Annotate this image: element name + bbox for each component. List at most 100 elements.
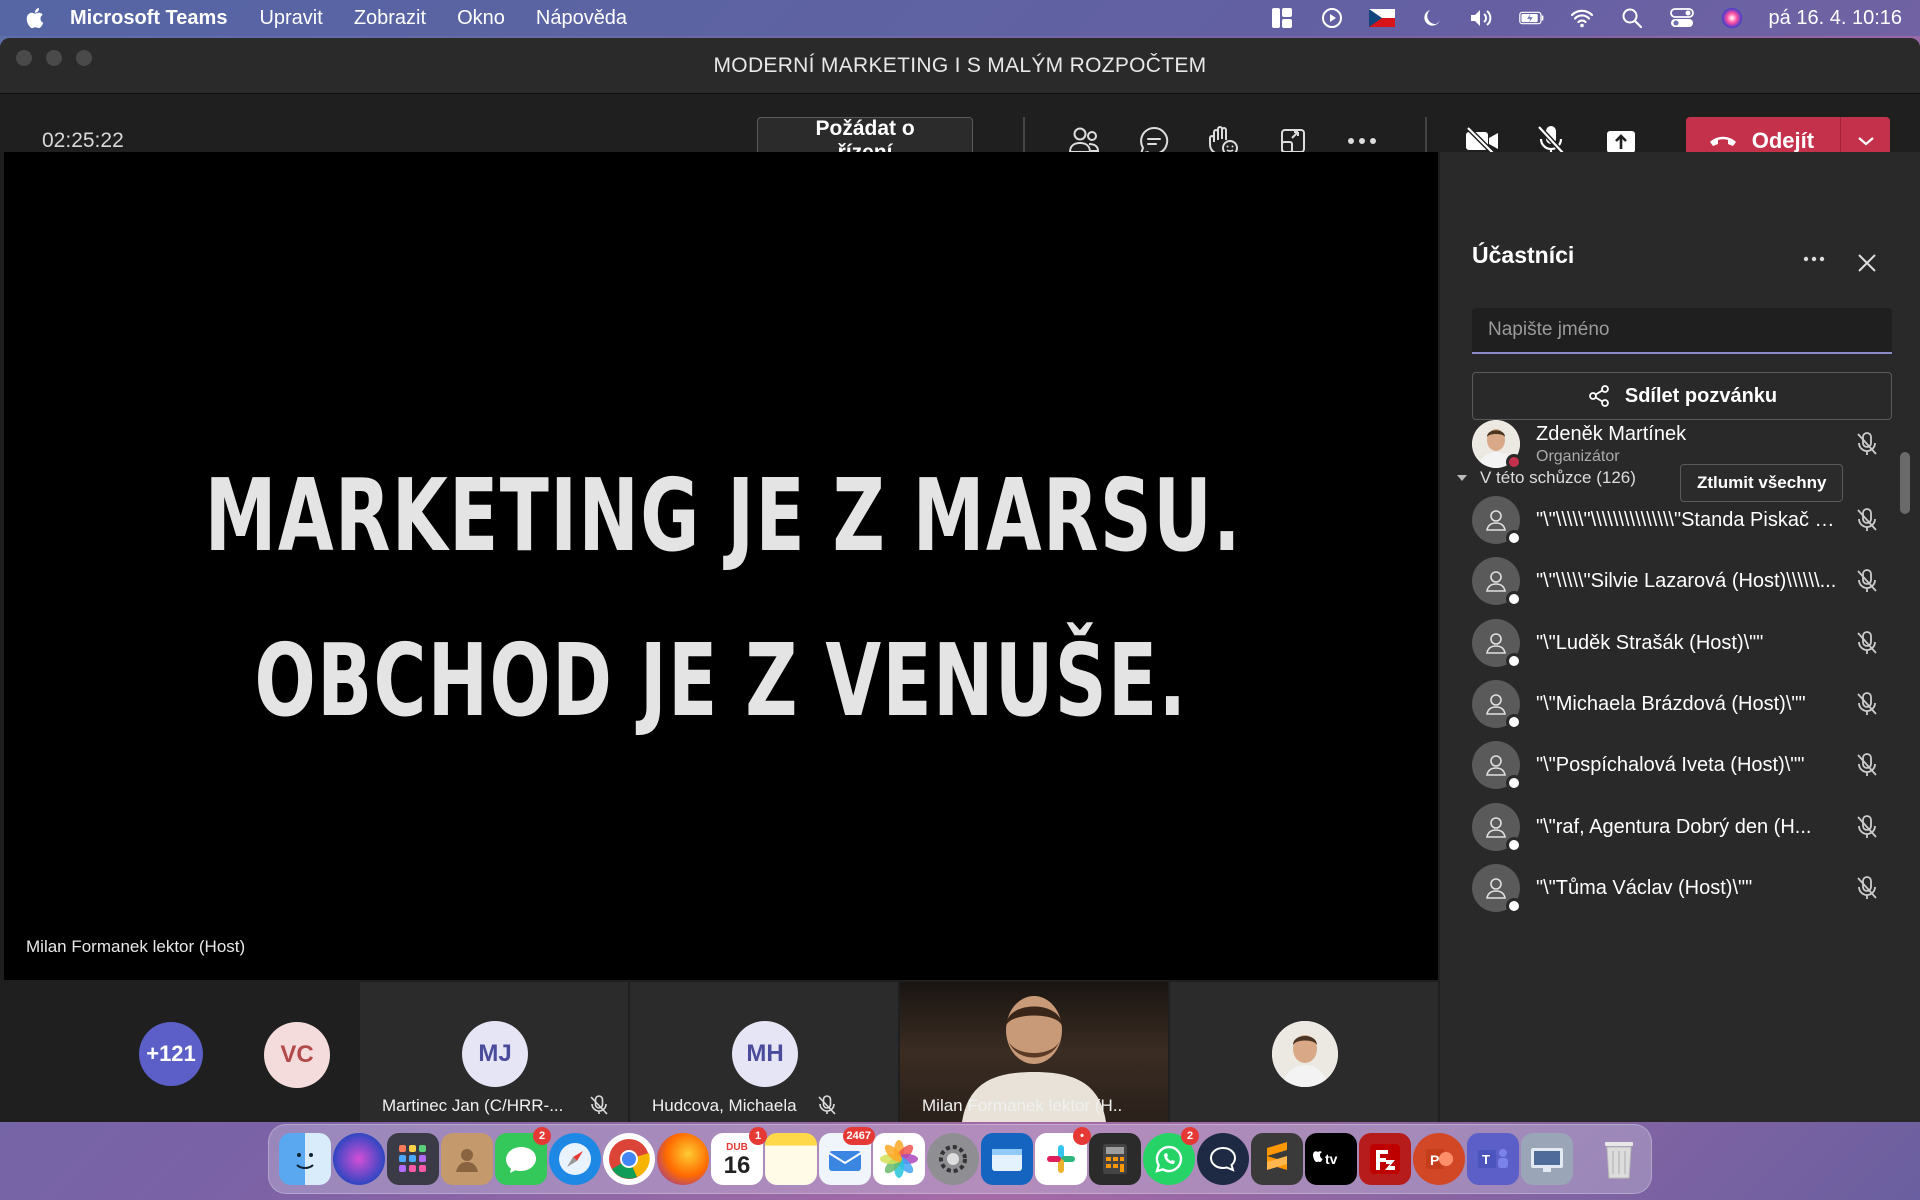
display-app-icon[interactable] bbox=[1521, 1133, 1573, 1185]
slide-headline-line2: OBCHOD JE Z VENUŠE. bbox=[254, 622, 1188, 739]
panel-scrollbar[interactable] bbox=[1900, 452, 1910, 514]
firefox-icon[interactable] bbox=[657, 1133, 709, 1185]
status-indicator bbox=[1506, 837, 1522, 853]
finder-icon[interactable] bbox=[279, 1133, 331, 1185]
apple-icon[interactable] bbox=[18, 6, 50, 30]
guest-person-icon bbox=[1486, 694, 1506, 715]
profile-photo bbox=[1272, 1021, 1338, 1087]
panel-close-button[interactable] bbox=[1852, 248, 1882, 278]
panel-more-options-button[interactable] bbox=[1796, 244, 1832, 274]
participant-mic-status bbox=[1852, 689, 1882, 719]
participant-info: "\"\\\\\"\\\\\\\\\\\\\\\"Standa Piskač (… bbox=[1536, 509, 1840, 532]
moon-icon[interactable] bbox=[1419, 5, 1445, 31]
mic-off-icon bbox=[1857, 508, 1877, 531]
window-titlebar: MODERNÍ MARKETING I S MALÝM ROZPOČTEM bbox=[0, 38, 1920, 94]
avatar bbox=[1472, 619, 1522, 669]
calendar-icon[interactable]: DUB 16 1 bbox=[711, 1127, 767, 1185]
mail-badge: 2467 bbox=[842, 1127, 875, 1145]
participant-mic-status bbox=[1852, 566, 1882, 596]
spotlight-search-icon[interactable] bbox=[1619, 5, 1645, 31]
overflow-participants-button[interactable]: +121 bbox=[139, 1022, 203, 1086]
volume-icon[interactable] bbox=[1469, 5, 1495, 31]
share-invite-button[interactable]: Sdílet pozvánku bbox=[1472, 372, 1892, 420]
participant-row[interactable]: "\"\\\\\"\\\\\\\\\\\\\\\"Standa Piskač (… bbox=[1472, 490, 1882, 550]
powerpoint-icon[interactable]: P bbox=[1413, 1133, 1465, 1185]
system-preferences-icon[interactable] bbox=[927, 1133, 979, 1185]
menu-zobrazit[interactable]: Zobrazit bbox=[354, 7, 426, 30]
photos-icon[interactable] bbox=[873, 1133, 925, 1185]
messages-icon[interactable]: 2 bbox=[495, 1127, 551, 1185]
app-name-menu[interactable]: Microsoft Teams bbox=[70, 7, 227, 30]
participant-info: "\"\\\\\"Silvie Lazarová (Host)\\\\\\... bbox=[1536, 570, 1840, 593]
avatar[interactable]: VC bbox=[264, 1022, 330, 1088]
participant-row[interactable]: "\"raf, Agentura Dobrý den (H... bbox=[1472, 797, 1882, 857]
participant-row[interactable]: "\"Luděk Strašák (Host)\"" bbox=[1472, 613, 1882, 673]
zoom-window-button[interactable] bbox=[76, 50, 92, 66]
mic-off-icon bbox=[818, 1095, 836, 1115]
sublime-text-icon[interactable] bbox=[1251, 1133, 1303, 1185]
file-manager-icon[interactable] bbox=[981, 1133, 1033, 1185]
filezilla-icon[interactable] bbox=[1359, 1133, 1411, 1185]
launchpad-icon[interactable] bbox=[387, 1133, 439, 1185]
participant-tile-name: Milan Formanek lektor (H... bbox=[922, 1096, 1122, 1115]
participant-name: "\"Pospíchalová Iveta (Host)\"" bbox=[1536, 753, 1805, 776]
participant-row[interactable]: "\"Tůma Václav (Host)\"" bbox=[1472, 858, 1882, 918]
battery-icon[interactable] bbox=[1518, 5, 1545, 31]
avatar bbox=[1272, 1021, 1338, 1087]
contacts-icon[interactable] bbox=[441, 1133, 493, 1185]
siri-icon[interactable] bbox=[1719, 5, 1745, 31]
participant-row[interactable]: "\"Pospíchalová Iveta (Host)\"" bbox=[1472, 735, 1882, 795]
panel-title: Účastníci bbox=[1472, 242, 1575, 268]
apple-tv-icon[interactable]: tv bbox=[1305, 1133, 1357, 1185]
notes-icon[interactable] bbox=[765, 1133, 817, 1185]
teams-icon[interactable]: T bbox=[1467, 1133, 1519, 1185]
avatar bbox=[1472, 496, 1522, 546]
chrome-icon[interactable] bbox=[603, 1133, 655, 1185]
participant-mic-status bbox=[1852, 873, 1882, 903]
play-circle-icon[interactable] bbox=[1319, 5, 1345, 31]
shared-content-stage[interactable]: MARKETING JE Z MARSU. OBCHOD JE Z VENUŠE… bbox=[4, 152, 1438, 980]
menu-okno[interactable]: Okno bbox=[457, 7, 505, 30]
svg-text:T: T bbox=[1482, 1152, 1490, 1167]
participant-row[interactable]: "\"Michaela Brázdová (Host)\"" bbox=[1472, 674, 1882, 734]
participant-tile[interactable]: MJ Martinec Jan (C/HRR-... bbox=[360, 982, 628, 1122]
guest-person-icon bbox=[1486, 510, 1506, 531]
czech-flag-icon[interactable] bbox=[1368, 5, 1395, 31]
calculator-icon[interactable] bbox=[1089, 1133, 1141, 1185]
trash-icon[interactable] bbox=[1593, 1133, 1645, 1185]
meeting-timer: 02:25:22 bbox=[42, 129, 124, 152]
svg-text:tv: tv bbox=[1325, 1151, 1338, 1167]
chat-app-icon[interactable] bbox=[1197, 1133, 1249, 1185]
guest-person-icon bbox=[1486, 633, 1506, 654]
menubar-clock[interactable]: pá 16. 4. 10:16 bbox=[1769, 7, 1902, 30]
slack-icon[interactable]: • bbox=[1035, 1127, 1091, 1185]
leave-button-label: Odejít bbox=[1751, 128, 1815, 153]
mail-app-icon[interactable]: 2467 bbox=[819, 1127, 875, 1185]
whatsapp-icon[interactable]: 2 bbox=[1143, 1127, 1199, 1185]
safari-icon[interactable] bbox=[549, 1133, 601, 1185]
share-invite-label: Sdílet pozvánku bbox=[1624, 384, 1778, 407]
window-layout-icon[interactable] bbox=[1269, 5, 1295, 31]
participant-tile[interactable] bbox=[1170, 982, 1438, 1122]
participant-tile[interactable]: MH Hudcova, Michaela bbox=[630, 982, 898, 1122]
participant-search-input[interactable] bbox=[1472, 308, 1892, 354]
avatar: MJ bbox=[462, 1021, 528, 1087]
wifi-icon[interactable] bbox=[1569, 5, 1595, 31]
hang-up-icon bbox=[1709, 136, 1736, 146]
status-indicator bbox=[1506, 775, 1522, 791]
participant-row[interactable]: Zdeněk Martínek Organizátor bbox=[1472, 414, 1882, 474]
menu-napoveda[interactable]: Nápověda bbox=[536, 7, 627, 30]
share-icon bbox=[1588, 385, 1609, 407]
siri-app-icon[interactable] bbox=[333, 1133, 385, 1185]
participant-video-tile[interactable]: Milan Formanek lektor (H... bbox=[900, 982, 1168, 1122]
participant-tile-name: Hudcova, Michaela bbox=[652, 1096, 797, 1115]
close-window-button[interactable] bbox=[16, 50, 32, 66]
minimize-window-button[interactable] bbox=[46, 50, 62, 66]
mic-off-icon bbox=[1857, 815, 1877, 838]
participant-role: Organizátor bbox=[1536, 447, 1620, 465]
whatsapp-badge: 2 bbox=[1181, 1127, 1199, 1145]
control-center-icon[interactable] bbox=[1669, 5, 1695, 31]
menu-upravit[interactable]: Upravit bbox=[259, 7, 322, 30]
share-tray-icon bbox=[1606, 131, 1635, 153]
participant-row[interactable]: "\"\\\\\"Silvie Lazarová (Host)\\\\\\... bbox=[1472, 551, 1882, 611]
